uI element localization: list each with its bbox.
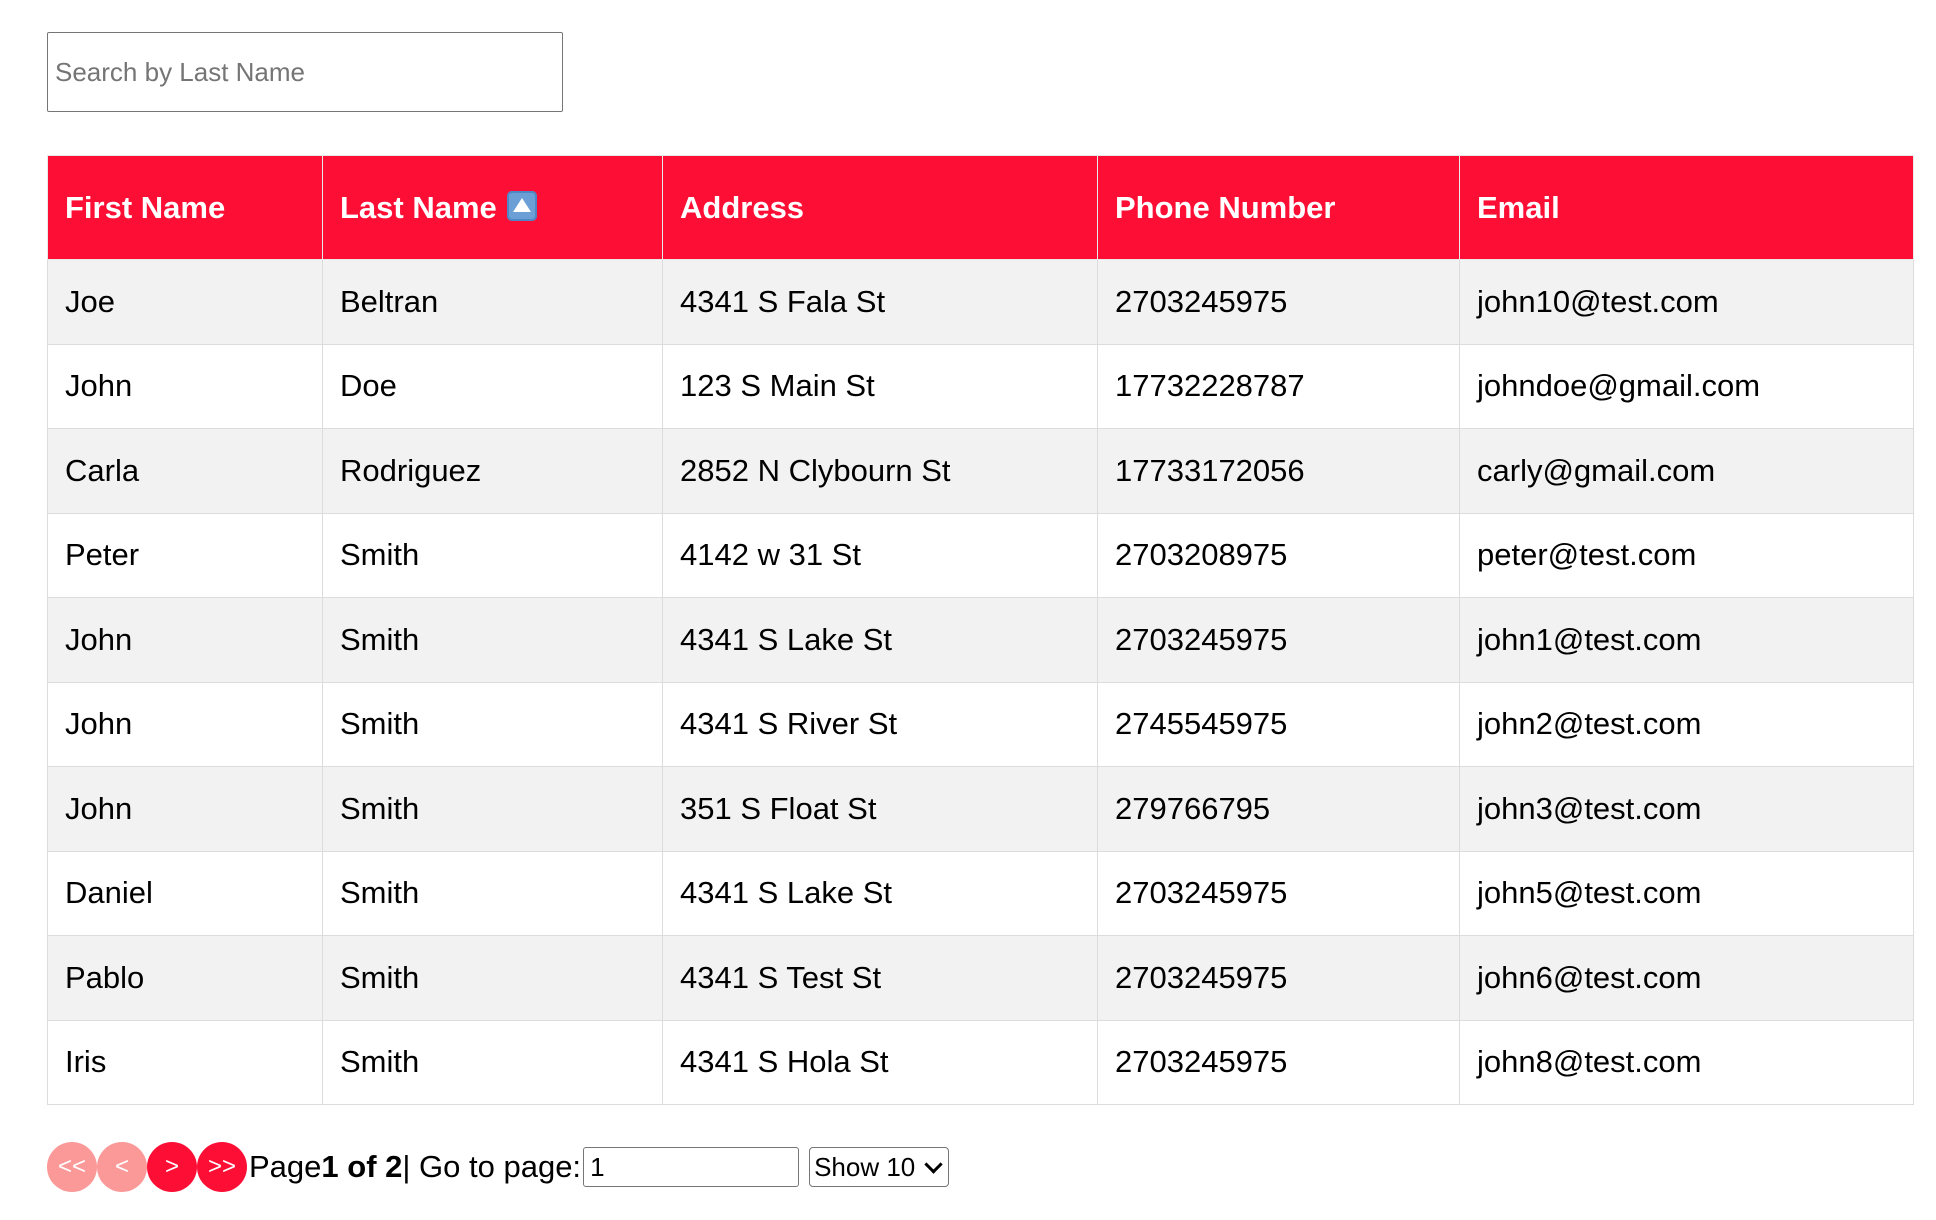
- cell-last-name: Smith: [322, 512, 663, 598]
- cell-first-name: Joe: [47, 259, 323, 345]
- cell-address: 123 S Main St: [662, 343, 1098, 429]
- cell-email: john1@test.com: [1459, 597, 1914, 683]
- cell-phone-number: 2703245975: [1097, 597, 1460, 683]
- app-root: First Name Last Name Address Phone Numbe…: [0, 0, 1936, 1220]
- cell-phone-number: 2703245975: [1097, 1019, 1460, 1105]
- cell-last-name: Smith: [322, 766, 663, 852]
- cell-address: 2852 N Clybourn St: [662, 428, 1098, 514]
- column-header-email[interactable]: Email: [1459, 155, 1914, 260]
- cell-first-name: John: [47, 343, 323, 429]
- table-row: John Doe 123 S Main St 17732228787 johnd…: [47, 343, 1914, 429]
- cell-address: 4341 S Fala St: [662, 259, 1098, 345]
- page-label: Page: [249, 1149, 322, 1184]
- last-page-button[interactable]: >>: [197, 1142, 247, 1192]
- table-row: Carla Rodriguez 2852 N Clybourn St 17733…: [47, 428, 1914, 514]
- search-input[interactable]: [47, 32, 563, 112]
- cell-phone-number: 2703208975: [1097, 512, 1460, 598]
- cell-first-name: Pablo: [47, 935, 323, 1021]
- cell-address: 4341 S Lake St: [662, 850, 1098, 936]
- cell-first-name: Carla: [47, 428, 323, 514]
- cell-email: john8@test.com: [1459, 1019, 1914, 1105]
- column-header-label: Last Name: [340, 189, 497, 225]
- goto-page-input[interactable]: [583, 1147, 800, 1187]
- table-row: Daniel Smith 4341 S Lake St 2703245975 j…: [47, 850, 1914, 936]
- cell-last-name: Smith: [322, 1019, 663, 1105]
- page-size-select[interactable]: Show 10: [809, 1147, 950, 1187]
- chevron-down-icon: [924, 1154, 943, 1174]
- column-header-label: Phone Number: [1115, 189, 1336, 225]
- cell-last-name: Rodriguez: [322, 428, 663, 514]
- column-header-phone-number[interactable]: Phone Number: [1097, 155, 1460, 260]
- sort-ascending-icon: [506, 191, 537, 222]
- cell-last-name: Doe: [322, 343, 663, 429]
- cell-last-name: Smith: [322, 597, 663, 683]
- cell-first-name: John: [47, 766, 323, 852]
- cell-email: john3@test.com: [1459, 766, 1914, 852]
- table-row: Peter Smith 4142 w 31 St 2703208975 pete…: [47, 512, 1914, 598]
- page-size-selected: Show 10: [814, 1151, 916, 1182]
- table-row: Pablo Smith 4341 S Test St 2703245975 jo…: [47, 935, 1914, 1021]
- cell-first-name: Iris: [47, 1019, 323, 1105]
- cell-email: peter@test.com: [1459, 512, 1914, 598]
- cell-email: john5@test.com: [1459, 850, 1914, 936]
- cell-phone-number: 2703245975: [1097, 935, 1460, 1021]
- first-page-button[interactable]: <<: [47, 1142, 97, 1192]
- cell-last-name: Beltran: [322, 259, 663, 345]
- cell-address: 351 S Float St: [662, 766, 1098, 852]
- table-row: John Smith 4341 S River St 2745545975 jo…: [47, 681, 1914, 767]
- table-header-row: First Name Last Name Address Phone Numbe…: [47, 155, 1914, 260]
- table-row: Iris Smith 4341 S Hola St 2703245975 joh…: [47, 1019, 1914, 1105]
- cell-last-name: Smith: [322, 935, 663, 1021]
- column-header-address[interactable]: Address: [662, 155, 1098, 260]
- column-header-label: Email: [1477, 189, 1560, 225]
- contacts-table: First Name Last Name Address Phone Numbe…: [47, 155, 1914, 1105]
- column-header-first-name[interactable]: First Name: [47, 155, 323, 260]
- page-indicator: 1 of 2: [321, 1149, 403, 1184]
- cell-email: john2@test.com: [1459, 681, 1914, 767]
- cell-first-name: Daniel: [47, 850, 323, 936]
- column-header-label: First Name: [65, 189, 226, 225]
- cell-address: 4341 S Test St: [662, 935, 1098, 1021]
- cell-phone-number: 2703245975: [1097, 850, 1460, 936]
- cell-first-name: John: [47, 597, 323, 683]
- cell-address: 4142 w 31 St: [662, 512, 1098, 598]
- cell-email: john10@test.com: [1459, 259, 1914, 345]
- cell-phone-number: 2703245975: [1097, 259, 1460, 345]
- cell-last-name: Smith: [322, 850, 663, 936]
- column-header-label: Address: [680, 189, 805, 225]
- table-row: John Smith 4341 S Lake St 2703245975 joh…: [47, 597, 1914, 683]
- cell-phone-number: 2745545975: [1097, 681, 1460, 767]
- cell-last-name: Smith: [322, 681, 663, 767]
- next-page-button[interactable]: >: [147, 1142, 197, 1192]
- cell-phone-number: 17732228787: [1097, 343, 1460, 429]
- cell-address: 4341 S Lake St: [662, 597, 1098, 683]
- column-header-last-name[interactable]: Last Name: [322, 155, 663, 260]
- cell-email: john6@test.com: [1459, 935, 1914, 1021]
- cell-email: carly@gmail.com: [1459, 428, 1914, 514]
- cell-phone-number: 17733172056: [1097, 428, 1460, 514]
- previous-page-button[interactable]: <: [97, 1142, 147, 1192]
- table-body: Joe Beltran 4341 S Fala St 2703245975 jo…: [47, 259, 1914, 1105]
- cell-email: johndoe@gmail.com: [1459, 343, 1914, 429]
- table-row: John Smith 351 S Float St 279766795 john…: [47, 766, 1914, 852]
- cell-address: 4341 S River St: [662, 681, 1098, 767]
- cell-phone-number: 279766795: [1097, 766, 1460, 852]
- goto-page-label: | Go to page:: [402, 1149, 582, 1184]
- cell-first-name: John: [47, 681, 323, 767]
- pagination-bar: << < > >> Page 1 of 2 | Go to page: Show…: [47, 1142, 950, 1192]
- cell-address: 4341 S Hola St: [662, 1019, 1098, 1105]
- cell-first-name: Peter: [47, 512, 323, 598]
- table-row: Joe Beltran 4341 S Fala St 2703245975 jo…: [47, 259, 1914, 345]
